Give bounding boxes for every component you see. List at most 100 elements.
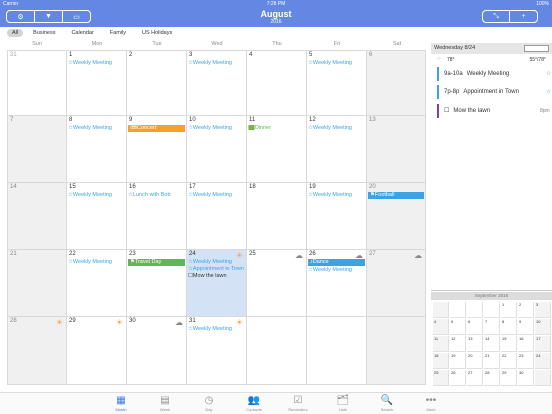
day-cell[interactable]: 27 ☁ — [367, 250, 426, 317]
mini-day-cell[interactable] — [535, 370, 551, 386]
mini-day-cell[interactable] — [450, 302, 466, 318]
day-cell[interactable]: 9 🎟Concert — [127, 116, 187, 183]
day-cell[interactable]: 11 🟩Dinner — [247, 116, 307, 183]
calendar-event[interactable]: ☆Appointment in Town — [188, 266, 245, 273]
filter-us-holidays[interactable]: US Holidays — [142, 30, 172, 36]
day-cell[interactable] — [247, 317, 307, 385]
calendar-event[interactable]: ☆Weekly Meeting — [188, 60, 245, 67]
day-cell[interactable]: 10 ☆Weekly Meeting — [187, 116, 247, 183]
calendar-event[interactable]: ☆Weekly Meeting — [68, 60, 125, 67]
mini-day-cell[interactable]: 19 — [450, 353, 466, 369]
day-cell[interactable]: 25 ☁ — [247, 250, 307, 317]
day-cell[interactable] — [307, 317, 367, 385]
mini-day-cell[interactable]: 21 — [484, 353, 500, 369]
page-title[interactable]: August — [0, 9, 552, 19]
mini-day-cell[interactable]: 8 — [501, 319, 517, 335]
calendar-event[interactable]: ☐Mow the lawn — [188, 273, 245, 280]
day-cell[interactable]: 6 — [367, 50, 426, 116]
day-cell[interactable]: 28 ☀ — [7, 317, 67, 385]
mini-day-cell[interactable]: 18 — [433, 353, 449, 369]
day-cell[interactable]: 15 ☆Weekly Meeting — [67, 183, 127, 250]
tab-reminders[interactable]: ☑ Reminders — [273, 395, 323, 412]
day-cell[interactable]: 18 — [247, 183, 307, 250]
event-bar[interactable]: ⚑Travel Day — [128, 259, 185, 266]
day-cell[interactable]: 14 — [7, 183, 67, 250]
tab-day[interactable]: ◷ Day — [184, 395, 234, 412]
mini-day-cell[interactable]: 28 — [484, 370, 500, 386]
day-cell[interactable]: 31 — [7, 50, 67, 116]
day-cell[interactable]: 13 — [367, 116, 426, 183]
day-cell[interactable]: 3 ☆Weekly Meeting — [187, 50, 247, 116]
filter-business[interactable]: Business — [33, 30, 55, 36]
calendar-event[interactable]: ☆Weekly Meeting — [188, 259, 245, 266]
mini-day-cell[interactable] — [467, 302, 483, 318]
calendar-event[interactable]: ☆Weekly Meeting — [308, 192, 365, 199]
filter-calendar[interactable]: Calendar — [71, 30, 93, 36]
agenda-event[interactable]: ☐ Mow the lawn 8pm — [437, 104, 550, 118]
event-bar[interactable]: ⚑Football — [368, 192, 424, 199]
calendar-event[interactable]: ☆Weekly Meeting — [68, 259, 125, 266]
mini-day-cell[interactable]: 20 — [467, 353, 483, 369]
tab-contacts[interactable]: 👥 Contacts — [229, 395, 279, 412]
mini-calendar-header[interactable]: September 2016 — [431, 292, 552, 300]
mini-day-cell[interactable]: 14 — [484, 336, 500, 352]
day-cell[interactable]: 29 ☀ — [67, 317, 127, 385]
add-button[interactable]: + — [509, 10, 538, 23]
tab-more[interactable]: ••• More — [406, 395, 456, 412]
event-bar[interactable]: 🎟Concert — [128, 125, 185, 132]
mini-day-cell[interactable]: 26 — [450, 370, 466, 386]
mini-day-cell[interactable]: 6 — [467, 319, 483, 335]
mini-day-cell[interactable]: 7 — [484, 319, 500, 335]
mini-day-cell[interactable]: 29 — [501, 370, 517, 386]
agenda-event[interactable]: 9a-10a Weekly Meeting ☆ — [437, 67, 551, 81]
day-cell[interactable]: 7 — [7, 116, 67, 183]
agenda-event[interactable]: 7p-8p Appointment in Town ☆ — [437, 85, 551, 99]
star-icon[interactable]: ☆ — [546, 85, 551, 99]
day-cell[interactable]: 5 ☆Weekly Meeting — [307, 50, 367, 116]
mini-day-cell[interactable]: 27 — [467, 370, 483, 386]
day-cell[interactable]: 26 ☁ ♪Dance ☆Weekly Meeting — [307, 250, 367, 317]
calendar-event[interactable]: 🟩Dinner — [248, 125, 305, 132]
day-cell[interactable]: 2 — [127, 50, 187, 116]
tab-week[interactable]: ▤ Week — [140, 395, 190, 412]
day-cell[interactable]: 8 ☆Weekly Meeting — [67, 116, 127, 183]
mini-day-cell[interactable]: 11 — [433, 336, 449, 352]
calendar-event[interactable]: ☆Weekly Meeting — [188, 326, 245, 333]
mini-day-cell[interactable]: 17 — [535, 336, 551, 352]
calendar-event[interactable]: ☆Weekly Meeting — [188, 125, 245, 132]
tab-search[interactable]: 🔍 Search — [362, 395, 412, 412]
mini-day-cell[interactable]: 30 — [518, 370, 534, 386]
calendar-event[interactable]: ☆Weekly Meeting — [68, 125, 125, 132]
day-cell[interactable]: 12 ☆Weekly Meeting — [307, 116, 367, 183]
day-cell[interactable]: 16 ☆Lunch with Bob — [127, 183, 187, 250]
calendar-event[interactable]: ☆Weekly Meeting — [188, 192, 245, 199]
mini-day-cell[interactable]: 3 — [535, 302, 551, 318]
filter-family[interactable]: Family — [110, 30, 126, 36]
calendar-event[interactable]: ☆Weekly Meeting — [308, 60, 365, 67]
day-cell[interactable]: 30 ☁ — [127, 317, 187, 385]
day-cell[interactable]: 1 ☆Weekly Meeting — [67, 50, 127, 116]
collapse-button[interactable]: ⤡ — [482, 10, 510, 23]
event-bar[interactable]: ♪Dance — [308, 259, 365, 266]
calendar-event[interactable]: ☆Weekly Meeting — [308, 125, 365, 132]
filter-all[interactable]: All — [7, 29, 24, 37]
mini-day-cell[interactable]: 4 — [433, 319, 449, 335]
tab-month[interactable]: ▦ Month — [96, 395, 146, 412]
mini-day-cell[interactable]: 15 — [501, 336, 517, 352]
mini-day-cell[interactable]: 16 — [518, 336, 534, 352]
tab-lists[interactable]: 🗂 Lists — [318, 395, 368, 412]
mini-day-cell[interactable]: 24 — [535, 353, 551, 369]
day-cell[interactable]: 31 ☀ ☆Weekly Meeting — [187, 317, 247, 385]
star-icon[interactable]: ☆ — [546, 67, 551, 81]
day-cell[interactable]: 22 ☆Weekly Meeting — [67, 250, 127, 317]
calendar-event[interactable]: ☆Weekly Meeting — [308, 267, 365, 274]
mini-day-cell[interactable]: 13 — [467, 336, 483, 352]
mini-day-cell[interactable]: 12 — [450, 336, 466, 352]
day-cell[interactable]: 20 ⚑Football — [367, 183, 426, 250]
mini-day-cell[interactable]: 25 — [433, 370, 449, 386]
day-cell[interactable]: 24 ☀ ☆Weekly Meeting ☆Appointment in Town ☐M… — [187, 250, 247, 317]
mini-day-cell[interactable] — [433, 302, 449, 318]
mini-day-cell[interactable]: 9 — [518, 319, 534, 335]
day-cell[interactable] — [367, 317, 426, 385]
mini-day-cell[interactable]: 22 — [501, 353, 517, 369]
